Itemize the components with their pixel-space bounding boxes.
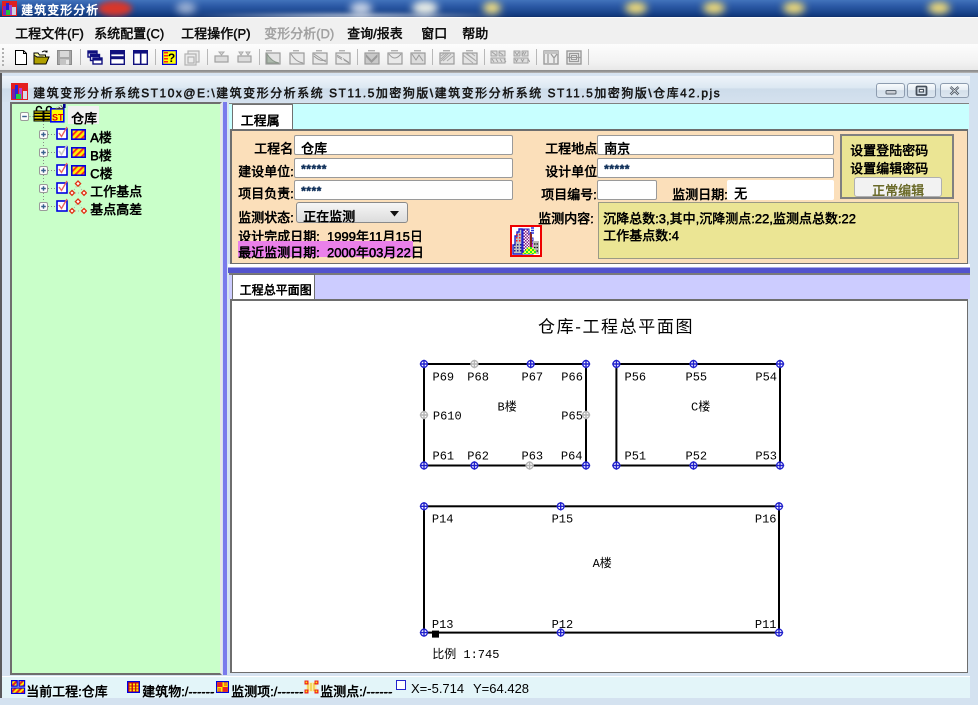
- svg-text:P68: P68: [467, 371, 489, 385]
- svg-text:P65: P65: [561, 410, 583, 424]
- svg-text:B楼: B楼: [498, 399, 517, 415]
- svg-text:P56: P56: [625, 371, 647, 385]
- svg-text:P55: P55: [686, 371, 708, 385]
- svg-text:P67: P67: [522, 371, 544, 385]
- svg-text:P52: P52: [686, 449, 708, 463]
- svg-text:P69: P69: [433, 371, 455, 385]
- svg-text:P51: P51: [625, 449, 647, 463]
- svg-text:P13: P13: [432, 618, 454, 632]
- svg-text:P63: P63: [522, 449, 544, 463]
- svg-text:P64: P64: [561, 449, 583, 463]
- svg-text:P61: P61: [433, 449, 455, 463]
- svg-text:P66: P66: [561, 371, 583, 385]
- svg-text:A楼: A楼: [593, 555, 612, 571]
- svg-text:P62: P62: [467, 449, 489, 463]
- svg-text:P11: P11: [755, 618, 777, 632]
- svg-text:比例 1:745: 比例 1:745: [432, 647, 499, 662]
- svg-text:P14: P14: [432, 513, 454, 527]
- svg-text:仓库-工程总平面图: 仓库-工程总平面图: [538, 318, 694, 337]
- svg-text:P610: P610: [433, 410, 462, 424]
- svg-text:P53: P53: [755, 449, 777, 463]
- svg-text:ST: ST: [52, 113, 64, 123]
- svg-text:P16: P16: [755, 513, 777, 527]
- svg-text:C楼: C楼: [691, 399, 710, 415]
- svg-text:?: ?: [168, 51, 175, 65]
- svg-text:P15: P15: [552, 513, 574, 527]
- svg-text:P54: P54: [755, 371, 777, 385]
